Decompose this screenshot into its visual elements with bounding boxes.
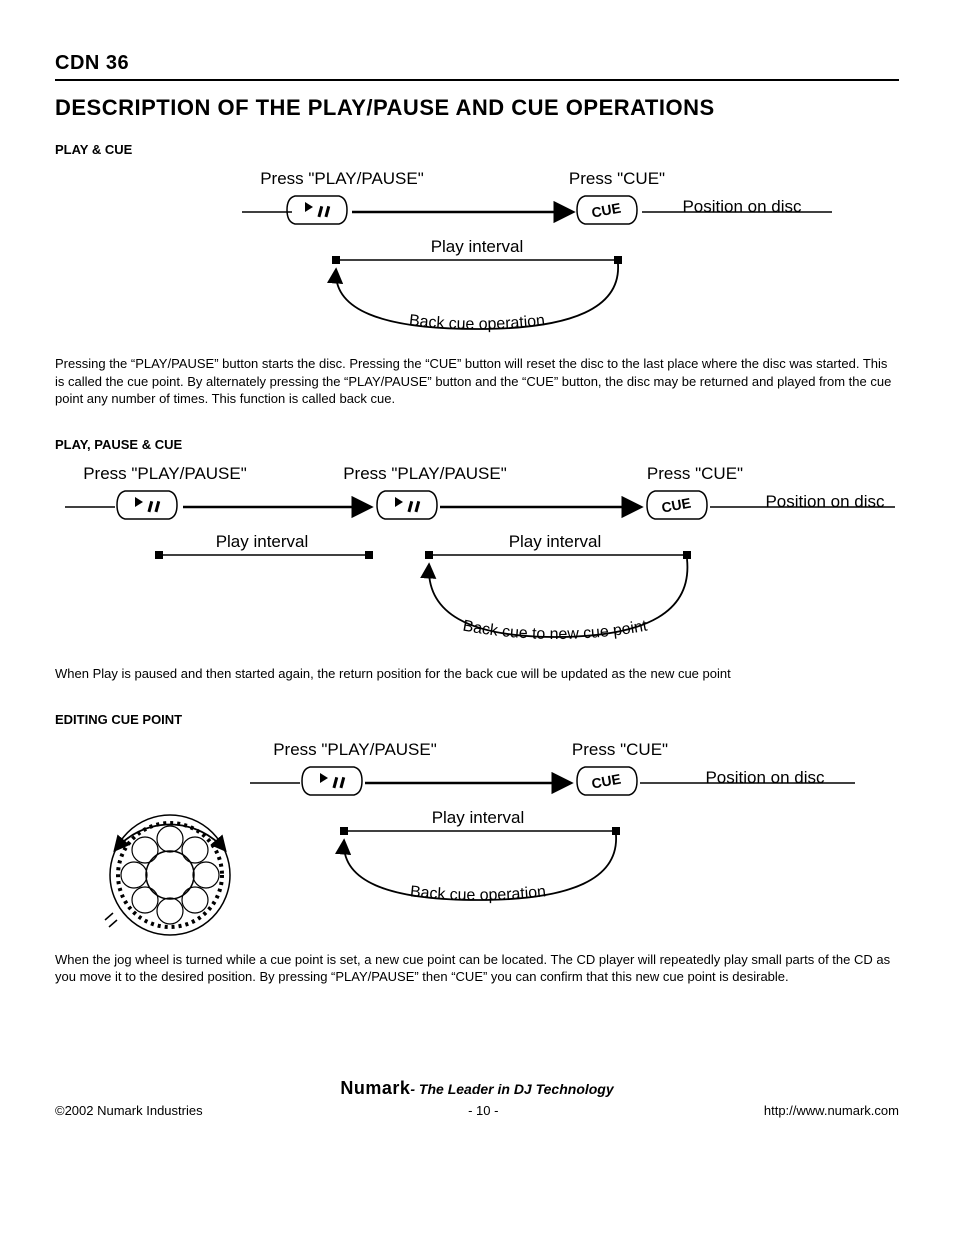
section-heading-play-pause-cue: PLAY, PAUSE & CUE [55, 436, 899, 454]
svg-text:Play interval: Play interval [509, 532, 602, 551]
footer-brand: Numark [340, 1078, 410, 1098]
svg-text:Back cue to new cue point: Back cue to new cue point [461, 618, 649, 644]
cue-icon: CUE [647, 491, 707, 519]
cue-icon: CUE [577, 196, 637, 224]
svg-text:Press "PLAY/PAUSE": Press "PLAY/PAUSE" [343, 464, 507, 483]
svg-text:Press "CUE": Press "CUE" [572, 740, 668, 759]
footer-url: http://www.numark.com [764, 1102, 899, 1120]
svg-text:Play interval: Play interval [432, 808, 525, 827]
play-pause-icon [377, 491, 437, 519]
body-play-pause-cue: When Play is paused and then started aga… [55, 665, 899, 683]
play-pause-icon [117, 491, 177, 519]
diagram-play-pause-cue: Press "PLAY/PAUSE" Press "PLAY/PAUSE" Pr… [55, 459, 899, 659]
svg-text:Press "CUE": Press "CUE" [569, 169, 665, 188]
svg-text:Play interval: Play interval [216, 532, 309, 551]
play-pause-icon [287, 196, 347, 224]
svg-text:Position on disc: Position on disc [682, 197, 802, 216]
svg-text:Back cue operation: Back cue operation [409, 883, 547, 904]
jog-wheel-icon [110, 815, 230, 935]
cue-icon: CUE [577, 767, 637, 795]
footer-copyright: ©2002 Numark Industries [55, 1102, 203, 1120]
svg-text:Back cue operation: Back cue operation [408, 312, 546, 333]
diagram-play-cue: Press "PLAY/PAUSE" Press "CUE" Position … [117, 164, 837, 349]
diagram-editing-cue: Press "PLAY/PAUSE" Press "CUE" Position … [55, 735, 899, 945]
page-title: DESCRIPTION OF THE PLAY/PAUSE AND CUE OP… [55, 93, 899, 123]
body-play-cue: Pressing the “PLAY/PAUSE” button starts … [55, 355, 899, 408]
body-editing-cue: When the jog wheel is turned while a cue… [55, 951, 899, 986]
footer-tagline: - The Leader in DJ Technology [410, 1081, 613, 1097]
footer-page-number: - 10 - [468, 1102, 498, 1120]
page-footer: Numark- The Leader in DJ Technology ©200… [55, 1076, 899, 1120]
section-heading-play-cue: PLAY & CUE [55, 141, 899, 159]
svg-text:Position on disc: Position on disc [705, 768, 825, 787]
svg-text:Play interval: Play interval [431, 237, 524, 256]
section-heading-editing-cue: EDITING CUE POINT [55, 711, 899, 729]
model-header: CDN 36 [55, 50, 899, 81]
svg-text:Press "PLAY/PAUSE": Press "PLAY/PAUSE" [260, 169, 424, 188]
svg-text:Press "CUE": Press "CUE" [647, 464, 743, 483]
svg-text:Press "PLAY/PAUSE": Press "PLAY/PAUSE" [83, 464, 247, 483]
play-pause-icon [302, 767, 362, 795]
svg-text:Position on disc: Position on disc [765, 492, 885, 511]
svg-text:Press "PLAY/PAUSE": Press "PLAY/PAUSE" [273, 740, 437, 759]
